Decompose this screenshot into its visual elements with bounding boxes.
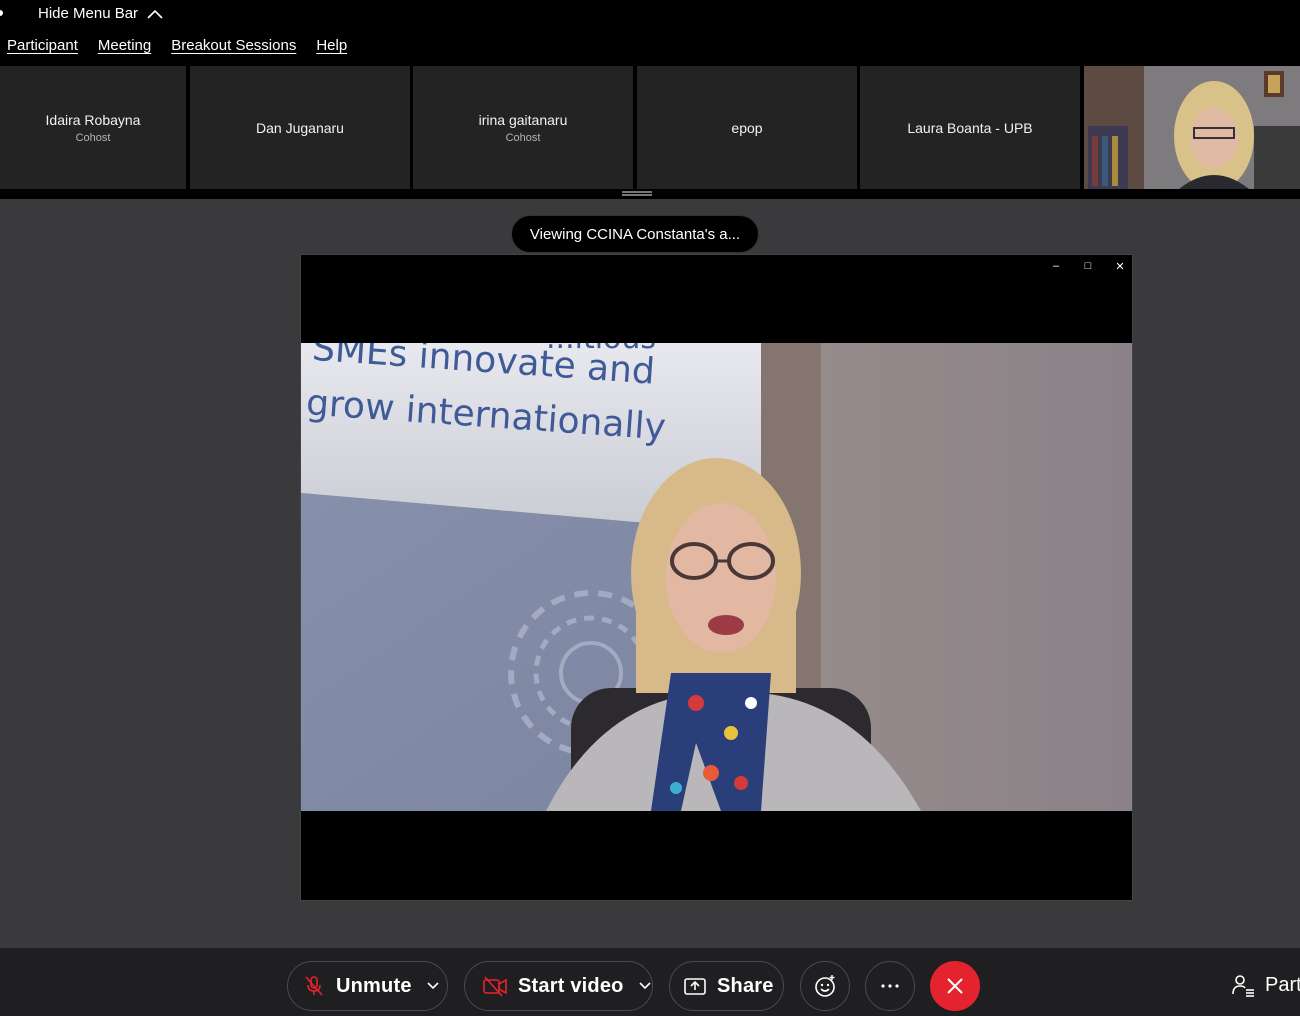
more-icon: [881, 984, 899, 988]
window-controls: – □ ✕: [1050, 259, 1126, 273]
hide-menu-bar-button[interactable]: Hide Menu Bar: [38, 5, 164, 22]
video-off-icon: [483, 976, 507, 997]
participants-label: Part: [1265, 973, 1300, 996]
chevron-down-icon[interactable]: [638, 981, 652, 991]
close-icon[interactable]: ✕: [1114, 259, 1126, 273]
emoji-icon: [815, 975, 835, 997]
share-label: Share: [717, 974, 774, 997]
menu-breakout-sessions[interactable]: Breakout Sessions: [171, 37, 296, 63]
filmstrip-resize-handle[interactable]: [622, 191, 652, 197]
share-icon: [684, 978, 706, 995]
share-button[interactable]: Share: [669, 961, 784, 1011]
menu-help[interactable]: Help: [316, 37, 347, 63]
participant-name: irina gaitanaru: [478, 111, 568, 128]
self-video-tile[interactable]: [1084, 66, 1300, 189]
menu-meeting[interactable]: Meeting: [98, 37, 151, 63]
maximize-icon[interactable]: □: [1082, 259, 1094, 273]
participant-tile[interactable]: epop: [637, 66, 857, 189]
participant-tile[interactable]: Dan Juganaru: [190, 66, 410, 189]
participant-name: Idaira Robayna: [45, 111, 141, 128]
participant-tile[interactable]: Idaira Robayna Cohost: [0, 66, 186, 189]
more-options-button[interactable]: [865, 961, 915, 1011]
participant-tile[interactable]: irina gaitanaru Cohost: [413, 66, 633, 189]
status-dot: [0, 10, 3, 16]
main-stage: Viewing CCINA Constanta's a... – □ ✕ SME…: [0, 199, 1300, 948]
start-video-button[interactable]: Start video: [464, 961, 653, 1011]
participant-role: Cohost: [505, 131, 541, 144]
participant-tile[interactable]: Laura Boanta - UPB: [860, 66, 1080, 189]
viewing-share-text: Viewing CCINA Constanta's a...: [529, 225, 741, 243]
hide-menu-bar-label: Hide Menu Bar: [38, 5, 139, 22]
meeting-toolbar: Unmute Start video Share Part: [0, 948, 1300, 1016]
shared-window: – □ ✕ SMEs innovate and grow internation…: [300, 254, 1133, 901]
menu-bar: Participant Meeting Breakout Sessions He…: [0, 37, 347, 63]
participant-role: Cohost: [75, 131, 111, 144]
minimize-icon[interactable]: –: [1050, 259, 1062, 273]
participant-name: Laura Boanta - UPB: [907, 119, 1033, 136]
close-icon: [947, 978, 963, 994]
participants-icon: [1232, 975, 1254, 997]
reactions-button[interactable]: [800, 961, 850, 1011]
leave-meeting-button[interactable]: [930, 961, 980, 1011]
participant-filmstrip: Idaira Robayna Cohost Dan Juganaru irina…: [0, 66, 1300, 189]
top-bar: Hide Menu Bar: [0, 0, 1300, 30]
menu-participant[interactable]: Participant: [7, 37, 78, 63]
speaker-video-image: SMEs innovate and grow internationally .…: [301, 343, 1132, 811]
mic-muted-icon: [305, 976, 323, 996]
unmute-label: Unmute: [336, 974, 412, 997]
participant-video-thumbnail: [1084, 66, 1300, 189]
participant-name: epop: [731, 119, 763, 136]
chevron-up-icon: [147, 9, 163, 19]
participant-name: Dan Juganaru: [256, 119, 344, 136]
shared-video-frame: SMEs innovate and grow internationally .…: [301, 343, 1132, 811]
start-video-label: Start video: [518, 974, 624, 997]
participants-panel-button[interactable]: Part: [1231, 973, 1300, 997]
unmute-button[interactable]: Unmute: [287, 961, 448, 1011]
chevron-down-icon[interactable]: [426, 981, 440, 991]
viewing-share-banner[interactable]: Viewing CCINA Constanta's a...: [511, 215, 759, 253]
banner-text-partial: ...itious: [546, 343, 656, 356]
